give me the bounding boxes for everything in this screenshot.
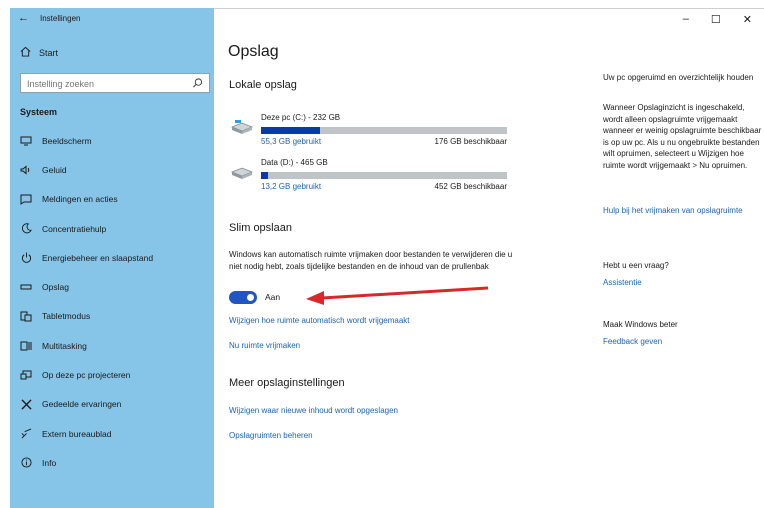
sidebar-item-beeldscherm[interactable]: Beeldscherm xyxy=(20,126,214,155)
red-arrow-annotation xyxy=(306,286,489,305)
sidebar-item-label: Start xyxy=(39,47,59,58)
smart-storage-heading: Slim opslaan xyxy=(229,222,292,234)
smart-storage-description: Windows kan automatisch ruimte vrijmaken… xyxy=(229,250,513,271)
sidebar-item-label: Extern bureaublad xyxy=(42,428,112,439)
feedback-link[interactable]: Feedback geven xyxy=(603,336,763,348)
sidebar-item-meldingen[interactable]: Meldingen en acties xyxy=(20,185,214,214)
search-box[interactable] xyxy=(20,73,210,93)
sidebar-item-opslag[interactable]: Opslag xyxy=(20,272,214,301)
right-pane-body: Wanneer Opslaginzicht is ingeschakeld, w… xyxy=(603,103,762,170)
sidebar-item-label: Concentratiehulp xyxy=(42,223,107,234)
drive-c-usage-fill xyxy=(261,127,321,134)
sidebar-item-label: Opslag xyxy=(42,282,69,293)
shared-icon xyxy=(20,399,32,410)
sidebar-item-label: Beeldscherm xyxy=(42,135,92,146)
power-icon xyxy=(20,252,32,264)
window-controls: – ☐ ✕ xyxy=(683,13,752,26)
sidebar-items: Beeldscherm Geluid Meldingen en acties C… xyxy=(20,126,214,478)
search-icon[interactable] xyxy=(192,76,203,94)
sidebar-item-tabletmodus[interactable]: Tabletmodus xyxy=(20,302,214,331)
sidebar-item-geluid[interactable]: Geluid xyxy=(20,155,214,184)
sidebar-item-info[interactable]: Info xyxy=(20,448,214,477)
question-heading: Hebt u een vraag? xyxy=(603,261,669,270)
sidebar-section-heading: Systeem xyxy=(20,107,58,117)
search-input[interactable] xyxy=(21,75,181,93)
free-space-now-link[interactable]: Nu ruimte vrijmaken xyxy=(229,341,300,350)
toggle-label: Aan xyxy=(265,292,281,302)
minimize-button[interactable]: – xyxy=(683,13,689,26)
sidebar-item-label: Op deze pc projecteren xyxy=(42,370,131,381)
smart-storage-toggle[interactable] xyxy=(229,291,257,304)
local-storage-heading: Lokale opslag xyxy=(229,79,297,91)
page-title: Opslag xyxy=(228,43,279,60)
drive-c-name: Deze pc (C:) - 232 GB xyxy=(261,113,341,122)
storage-icon xyxy=(20,283,32,291)
toggle-knob xyxy=(247,294,254,301)
sidebar-item-energiebeheer[interactable]: Energiebeheer en slaapstand xyxy=(20,243,214,272)
drive-d-used: 13,2 GB gebruikt xyxy=(261,182,322,191)
main-content: – ☐ ✕ Opslag Lokale opslag Deze pc (C:) … xyxy=(214,8,764,508)
sidebar-item-label: Gedeelde ervaringen xyxy=(42,399,122,410)
drive-d-available: 452 GB beschikbaar xyxy=(434,182,508,191)
change-new-content-link[interactable]: Wijzigen waar nieuwe inhoud wordt opgesl… xyxy=(229,406,398,415)
back-arrow-icon[interactable]: ← xyxy=(18,12,29,24)
drive-c-available: 176 GB beschikbaar xyxy=(434,137,508,146)
project-icon xyxy=(20,370,32,380)
change-free-space-link[interactable]: Wijzigen hoe ruimte automatisch wordt vr… xyxy=(229,316,410,325)
sidebar-item-projecteren[interactable]: Op deze pc projecteren xyxy=(20,360,214,389)
drive-c-usage-bar xyxy=(261,127,507,134)
home-icon xyxy=(20,46,31,59)
maximize-button[interactable]: ☐ xyxy=(711,13,721,26)
drive-d-name: Data (D:) - 465 GB xyxy=(261,158,328,167)
sidebar-item-extern-bureaublad[interactable]: Extern bureaublad xyxy=(20,419,214,448)
moon-icon xyxy=(20,223,32,234)
title-bar: ← Instellingen xyxy=(10,8,214,32)
remote-desktop-icon xyxy=(20,428,32,439)
sidebar-item-multitasking[interactable]: Multitasking xyxy=(20,331,214,360)
speaker-icon xyxy=(20,165,32,175)
monitor-icon xyxy=(20,136,32,146)
sidebar-item-start[interactable]: Start xyxy=(20,46,58,59)
sidebar-item-concentratiehulp[interactable]: Concentratiehulp xyxy=(20,214,214,243)
drive-d-usage-bar xyxy=(261,172,507,179)
multitasking-icon xyxy=(20,341,32,351)
more-storage-settings-heading: Meer opslaginstellingen xyxy=(229,377,345,389)
manage-storage-spaces-link[interactable]: Opslagruimten beheren xyxy=(229,431,313,440)
right-pane-heading: Uw pc opgeruimd en overzichtelijk houden xyxy=(603,73,754,82)
drive-c-icon xyxy=(230,119,254,140)
drive-d-icon xyxy=(230,164,254,185)
drive-c-used: 55,3 GB gebruikt xyxy=(261,137,322,146)
tablet-icon xyxy=(20,311,32,322)
notification-icon xyxy=(20,194,32,205)
drive-d-usage-fill xyxy=(261,172,269,179)
info-icon xyxy=(20,457,32,468)
help-free-space-link[interactable]: Hulp bij het vrijmaken van opslagruimte xyxy=(603,205,763,217)
sidebar-item-label: Energiebeheer en slaapstand xyxy=(42,252,154,263)
sidebar: ← Instellingen Start Systeem Beeldscherm… xyxy=(10,8,214,508)
sidebar-item-label: Geluid xyxy=(42,164,67,175)
sidebar-item-label: Meldingen en acties xyxy=(42,194,118,205)
sidebar-item-gedeelde-ervaringen[interactable]: Gedeelde ervaringen xyxy=(20,390,214,419)
app-title: Instellingen xyxy=(40,14,81,23)
close-button[interactable]: ✕ xyxy=(743,13,752,26)
sidebar-item-label: Multitasking xyxy=(42,340,87,351)
sidebar-item-label: Tabletmodus xyxy=(42,311,91,322)
sidebar-item-label: Info xyxy=(42,457,57,468)
assistance-link[interactable]: Assistentie xyxy=(603,277,763,289)
improve-windows-heading: Maak Windows beter xyxy=(603,320,678,329)
